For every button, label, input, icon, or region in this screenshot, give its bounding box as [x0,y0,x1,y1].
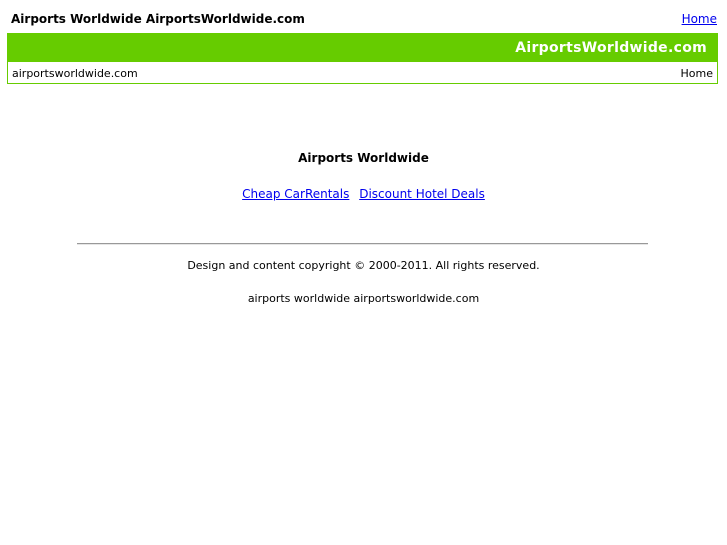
page-heading: Airports Worldwide [298,151,429,165]
top-bar: Airports Worldwide AirportsWorldwide.com… [11,11,717,27]
divider [77,243,648,245]
copyright-text: Design and content copyright © 2000-2011… [187,259,540,272]
sub-bar: airportsworldwide.com Home [8,62,717,84]
banner: AirportsWorldwide.com [8,34,717,62]
site-title: Airports Worldwide AirportsWorldwide.com [11,12,305,26]
footer-tagline: airports worldwide airportsworldwide.com [247,292,480,305]
link-row: Cheap CarRentals Discount Hotel Deals [0,187,727,201]
subbar-domain: airportsworldwide.com [12,66,138,80]
subbar-home[interactable]: Home [681,67,713,80]
discount-hotel-deals-link[interactable]: Discount Hotel Deals [359,187,485,201]
cheap-car-rentals-link[interactable]: Cheap CarRentals [242,187,349,201]
header-box: AirportsWorldwide.com airportsworldwide.… [7,33,718,84]
top-home-link[interactable]: Home [682,12,717,26]
banner-brand: AirportsWorldwide.com [515,40,707,56]
